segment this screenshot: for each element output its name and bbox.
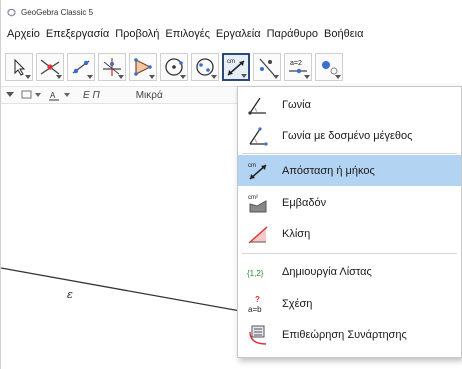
circle-tool-button[interactable]: [160, 53, 188, 81]
line-style-icon[interactable]: A: [49, 89, 75, 101]
geogebra-app-icon: [7, 8, 16, 17]
point-tool-button[interactable]: [36, 53, 64, 81]
view-tool-button[interactable]: [315, 53, 343, 81]
menu-item-slope[interactable]: Κλίση: [238, 218, 461, 249]
menu-item-area[interactable]: cm² Εμβαδόν: [238, 187, 461, 218]
menu-bar: Αρχείο Επεξεργασία Προβολή Επιλογές Εργα…: [1, 24, 462, 44]
menu-item-label: Γωνία με δοσμένο μέγεθος: [282, 129, 413, 142]
arrow-cursor-icon: [14, 58, 26, 76]
menu-item-label: Σχέση: [282, 297, 313, 310]
menu-edit[interactable]: Επεξεργασία: [46, 28, 109, 40]
menu-separator: [242, 253, 457, 254]
slope-icon: [248, 226, 268, 244]
distance-icon-text: cm: [248, 163, 256, 169]
svg-text:cm: cm: [227, 59, 235, 65]
menu-tools[interactable]: Εργαλεία: [216, 28, 261, 40]
relation-icon: ?a=b: [248, 295, 262, 314]
menu-item-label: Απόσταση ή μήκος: [282, 164, 375, 177]
line-label: ε: [67, 288, 73, 301]
menu-item-angle[interactable]: Γωνία: [238, 89, 461, 120]
polygon-tool-button[interactable]: [129, 53, 157, 81]
menu-item-distance-length[interactable]: cm Απόσταση ή μήκος: [238, 155, 461, 186]
svg-text:A: A: [50, 91, 56, 100]
line-tool-button[interactable]: [67, 53, 95, 81]
dropdown-arrow-icon[interactable]: [5, 90, 15, 100]
menu-item-label: Κλίση: [282, 227, 311, 240]
area-icon: cm²: [248, 195, 267, 213]
svg-text:a=2: a=2: [290, 60, 302, 67]
list-icon: {1,2}: [247, 269, 264, 278]
move-tool-button[interactable]: [5, 53, 33, 81]
menu-item-function-inspector[interactable]: Επιθεώρηση Συνάρτησης: [238, 319, 461, 350]
angle-given-size-icon: [249, 127, 268, 146]
menu-item-label: Εμβαδόν: [282, 196, 327, 209]
measure-tool-button[interactable]: cm: [222, 53, 250, 81]
distance-length-icon: cm: [248, 163, 267, 180]
relation-icon-text: a=b: [248, 305, 262, 314]
function-inspector-icon: [249, 325, 267, 345]
menu-options[interactable]: Επιλογές: [165, 28, 210, 40]
slider-tool-button[interactable]: a=2: [284, 53, 312, 81]
text-style-label[interactable]: Ε Π: [83, 90, 100, 101]
area-icon-text: cm²: [248, 195, 258, 201]
perpendicular-tool-button[interactable]: [98, 53, 126, 81]
svg-text:?: ?: [255, 295, 260, 304]
menu-help[interactable]: Βοήθεια: [324, 28, 363, 40]
menu-item-label: Δημιουργία Λίστας: [282, 265, 372, 278]
menu-separator: [242, 153, 457, 154]
angle-icon: [248, 97, 266, 115]
menu-item-create-list[interactable]: {1,2} Δημιουργία Λίστας: [238, 256, 461, 287]
measure-tool-dropdown: Γωνία Γωνία με δοσμένο μέγεθος cm Απόστα…: [237, 86, 462, 358]
list-icon-text: {1,2}: [247, 269, 264, 278]
title-bar: GeoGebra Classic 5: [1, 0, 462, 24]
menu-item-angle-given-size[interactable]: Γωνία με δοσμένο μέγεθος: [238, 120, 461, 151]
menu-item-label: Γωνία: [282, 98, 311, 111]
window-title: GeoGebra Classic 5: [21, 7, 94, 17]
menu-file[interactable]: Αρχείο: [7, 28, 40, 40]
menu-view[interactable]: Προβολή: [115, 28, 159, 40]
menu-item-label: Επιθεώρηση Συνάρτησης: [282, 328, 407, 341]
grid-toggle-icon[interactable]: [21, 89, 45, 101]
font-size-select[interactable]: Μικρά: [136, 90, 163, 101]
toolbar: cm a=2: [5, 48, 346, 86]
geogebra-window: GeoGebra Classic 5 Αρχείο Επεξεργασία Πρ…: [0, 0, 462, 369]
menu-window[interactable]: Παράθυρο: [267, 28, 318, 40]
reflect-tool-button[interactable]: [253, 53, 281, 81]
menu-item-relation[interactable]: ? a=b Σχέση: [238, 288, 461, 319]
arc-tool-button[interactable]: [191, 53, 219, 81]
